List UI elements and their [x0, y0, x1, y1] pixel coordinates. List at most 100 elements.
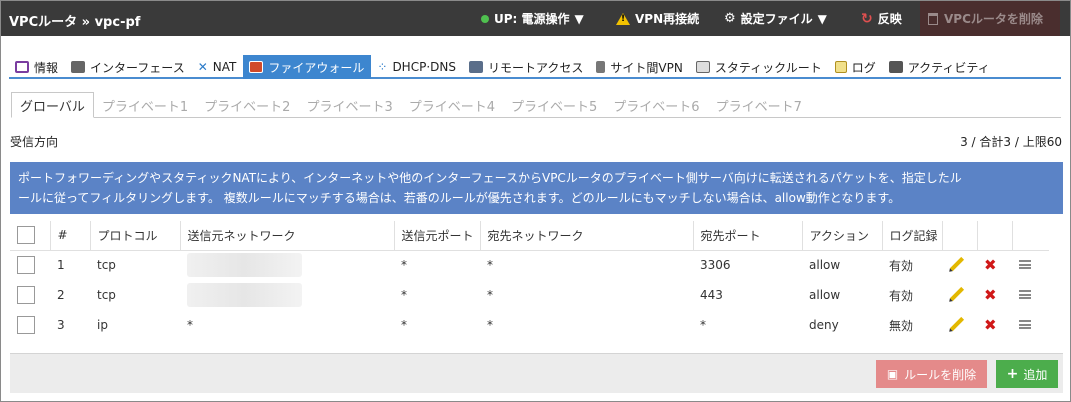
cell-dst-port: *: [700, 318, 706, 332]
subtab-private1[interactable]: プライベート1: [94, 92, 196, 118]
row-checkbox[interactable]: [17, 256, 35, 275]
apply-label: 反映: [877, 12, 902, 26]
subtab-private5[interactable]: プライベート5: [503, 92, 605, 118]
delete-router-button[interactable]: VPCルータを削除: [920, 1, 1060, 36]
menu-cell: [1012, 280, 1049, 310]
tab-label: DHCP·DNS: [392, 60, 456, 74]
plus-icon: +: [1006, 366, 1019, 382]
tab-label: 情報: [34, 60, 59, 75]
col-delete: [976, 221, 1012, 251]
add-rule-label: 追加: [1023, 367, 1048, 382]
select-all-checkbox[interactable]: [17, 226, 35, 245]
edit-cell: [942, 250, 977, 280]
log-icon: [834, 61, 847, 73]
cell-log: 有効: [889, 288, 914, 303]
cell-src-port: *: [401, 318, 407, 332]
col-menu: [1011, 221, 1049, 251]
network-icon: ⁘: [377, 60, 388, 74]
power-menu-button[interactable]: UP: 電源操作 ▼: [481, 10, 584, 27]
subtab-private7[interactable]: プライベート7: [708, 92, 810, 118]
subtab-private3[interactable]: プライベート3: [298, 92, 400, 118]
tab-remote-access[interactable]: リモートアクセス: [463, 55, 590, 79]
tab-log[interactable]: ログ: [829, 55, 883, 79]
tab-dhcp-dns[interactable]: ⁘ DHCP·DNS: [371, 55, 463, 79]
tab-label: スタティックルート: [714, 60, 822, 75]
col-dst-net: 宛先ネットワーク: [479, 221, 693, 251]
tab-info[interactable]: 情報: [9, 55, 65, 79]
cell-protocol: tcp: [97, 288, 116, 302]
add-rule-button[interactable]: + 追加: [996, 360, 1058, 388]
cell-protocol: ip: [97, 318, 108, 332]
drag-menu-icon[interactable]: [1019, 320, 1031, 329]
cell-no: 3: [57, 318, 65, 332]
trash-icon: ▣: [886, 367, 899, 381]
cell-action: allow: [809, 258, 841, 273]
cell-protocol: tcp: [97, 258, 116, 273]
tab-label: ログ: [851, 60, 876, 75]
delete-rule-button[interactable]: ▣ ルールを削除: [876, 360, 987, 388]
subtab-private6[interactable]: プライベート6: [605, 92, 707, 118]
cell-action: allow: [809, 288, 841, 302]
tab-site-vpn[interactable]: サイト間VPN: [590, 55, 689, 79]
vpc-router-firewall-page: VPCルータ » vpc-pf UP: 電源操作 ▼ ! VPN再接続 ⚙ 設定…: [0, 0, 1071, 402]
server-icon: [596, 61, 606, 73]
nat-arrows-icon: ✕: [197, 60, 208, 74]
table-row: 3 ip * * * * deny 無効 ✖: [10, 310, 1049, 340]
gear-icon: ⚙: [724, 11, 736, 26]
subtab-global[interactable]: グローバル: [11, 92, 94, 118]
col-edit: [941, 221, 977, 251]
table-header-row: # プロトコル 送信元ネットワーク 送信元ポート 宛先ネットワーク 宛先ポート …: [10, 221, 1049, 251]
apply-button[interactable]: ↻ 反映: [861, 10, 902, 27]
status-dot-icon: [481, 14, 489, 23]
power-status-label: UP: 電源操作: [494, 12, 570, 26]
cell-action: deny: [809, 318, 839, 332]
redacted-src-net: [187, 253, 302, 278]
breadcrumb: VPCルータ » vpc-pf: [9, 15, 141, 30]
edit-pencil-icon[interactable]: [949, 257, 965, 272]
delete-router-label: VPCルータを削除: [944, 12, 1043, 26]
col-protocol: プロトコル: [89, 221, 180, 251]
settings-file-label: 設定ファイル: [740, 12, 813, 26]
row-checkbox[interactable]: [17, 286, 35, 304]
tab-activity[interactable]: アクティビティ: [883, 55, 997, 79]
direction-label: 受信方向: [10, 135, 59, 149]
edit-pencil-icon[interactable]: [949, 316, 965, 332]
cell-log: 無効: [889, 318, 914, 333]
main-tabs: 情報 インターフェース ✕ NAT ファイアウォール ⁘ DHCP·DNS リモ…: [9, 55, 1061, 79]
tab-label: リモートアクセス: [487, 60, 584, 75]
delete-x-icon[interactable]: ✖: [984, 286, 997, 304]
drag-menu-icon[interactable]: [1019, 290, 1031, 299]
edit-cell: [942, 280, 977, 310]
subtab-private4[interactable]: プライベート4: [401, 92, 503, 118]
redacted-src-net: [187, 283, 302, 307]
tab-label: アクティビティ: [907, 60, 990, 75]
tab-label: ファイアウォール: [268, 60, 365, 75]
cell-src-net: [180, 280, 394, 310]
col-log: ログ記録: [881, 221, 942, 251]
table-row: 1 tcp * * 3306 allow 有効 ✖: [10, 250, 1049, 280]
tab-nat[interactable]: ✕ NAT: [192, 55, 244, 79]
cell-no: 2: [57, 288, 65, 302]
menu-cell: [1012, 310, 1049, 340]
tab-static-route[interactable]: スタティックルート: [690, 55, 829, 79]
delete-cell: ✖: [977, 310, 1012, 340]
settings-file-button[interactable]: ⚙ 設定ファイル ▼: [724, 10, 827, 27]
vpn-reconnect-button[interactable]: ! VPN再接続: [616, 10, 699, 27]
cell-src-port: *: [401, 288, 407, 302]
delete-x-icon[interactable]: ✖: [984, 316, 997, 334]
delete-x-icon[interactable]: ✖: [984, 256, 997, 274]
firewall-icon: [249, 61, 264, 73]
drag-menu-icon[interactable]: [1019, 260, 1031, 270]
cell-src-net: *: [187, 318, 193, 332]
tab-firewall[interactable]: ファイアウォール: [243, 55, 372, 79]
tab-interface[interactable]: インターフェース: [65, 55, 192, 79]
route-table-icon: [695, 61, 710, 73]
subtab-private2[interactable]: プライベート2: [196, 92, 298, 118]
edit-pencil-icon[interactable]: [949, 286, 965, 302]
table-footer: ▣ ルールを削除 + 追加: [10, 353, 1063, 393]
top-bar: VPCルータ » vpc-pf UP: 電源操作 ▼ ! VPN再接続 ⚙ 設定…: [1, 1, 1070, 36]
row-select-cell: [10, 280, 50, 310]
notice-line: ールに従ってフィルタリングします。 複数ルールにマッチする場合は、若番のルールが…: [18, 191, 901, 205]
rule-counter: 3 / 合計3 / 上限60: [960, 135, 1062, 149]
row-checkbox[interactable]: [17, 316, 35, 334]
